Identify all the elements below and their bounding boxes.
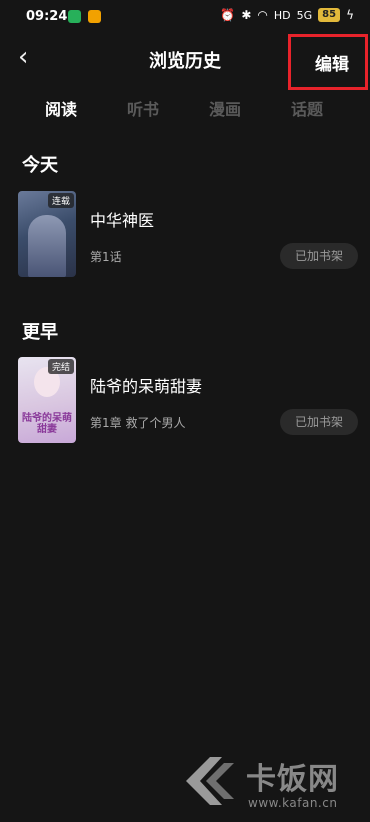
added-to-shelf-button[interactable]: 已加书架: [280, 243, 358, 269]
book-cover[interactable]: 陆爷的呆萌甜妻 完结: [18, 357, 76, 443]
book-title[interactable]: 中华神医: [90, 207, 154, 231]
chapter-label: 第1话: [90, 250, 122, 264]
status-time: 09:24: [26, 9, 68, 24]
charging-icon: ϟ: [346, 8, 354, 22]
wifi-icon: ◠: [257, 8, 268, 22]
tab-comic[interactable]: 漫画: [209, 96, 241, 120]
battery-level: 85: [318, 8, 341, 22]
hd-indicator: HD: [273, 8, 291, 22]
book-cover[interactable]: 连载: [18, 191, 76, 277]
status-badge: 完结: [47, 359, 74, 374]
alarm-icon: ⏰: [220, 8, 236, 22]
section-today: 今天: [22, 155, 58, 176]
cover-title-art: 陆爷的呆萌甜妻: [22, 413, 72, 435]
tab-audiobook[interactable]: 听书: [127, 96, 159, 120]
watermark-name: 卡饭网: [246, 762, 339, 797]
header: ‹ 浏览历史 编辑: [0, 34, 370, 90]
kafan-logo-icon: [186, 757, 234, 805]
tab-reading[interactable]: 阅读: [45, 96, 77, 120]
tab-topic[interactable]: 话题: [291, 96, 323, 120]
weibo-notification-icon: [88, 10, 101, 23]
edit-button[interactable]: 编辑: [315, 50, 349, 75]
added-to-shelf-button[interactable]: 已加书架: [280, 409, 358, 435]
watermark: 卡饭网 www.kafan.cn: [180, 748, 360, 814]
history-item[interactable]: 连载 中华神医 第1话 已加书架: [18, 191, 358, 277]
status-badge: 连载: [47, 193, 74, 208]
history-item[interactable]: 陆爷的呆萌甜妻 完结 陆爷的呆萌甜妻 第1章 救了个男人 已加书架: [18, 357, 358, 443]
watermark-url: www.kafan.cn: [248, 796, 338, 810]
status-bar: 09:24 ⏰ ✱ ◠ HD 5G 85 ϟ: [0, 0, 370, 34]
tab-bar: 阅读 听书 漫画 话题: [0, 94, 370, 124]
book-title[interactable]: 陆爷的呆萌甜妻: [90, 373, 202, 397]
chapter-label: 第1章 救了个男人: [90, 416, 186, 430]
bluetooth-icon: ✱: [241, 8, 252, 22]
signal-indicator: 5G: [296, 8, 313, 22]
status-indicators: ⏰ ✱ ◠ HD 5G 85 ϟ: [220, 8, 354, 22]
edit-highlight-box: 编辑: [288, 34, 368, 90]
app-notification-icon: [68, 10, 81, 23]
cover-figure: [28, 215, 66, 277]
section-earlier: 更早: [22, 322, 58, 343]
